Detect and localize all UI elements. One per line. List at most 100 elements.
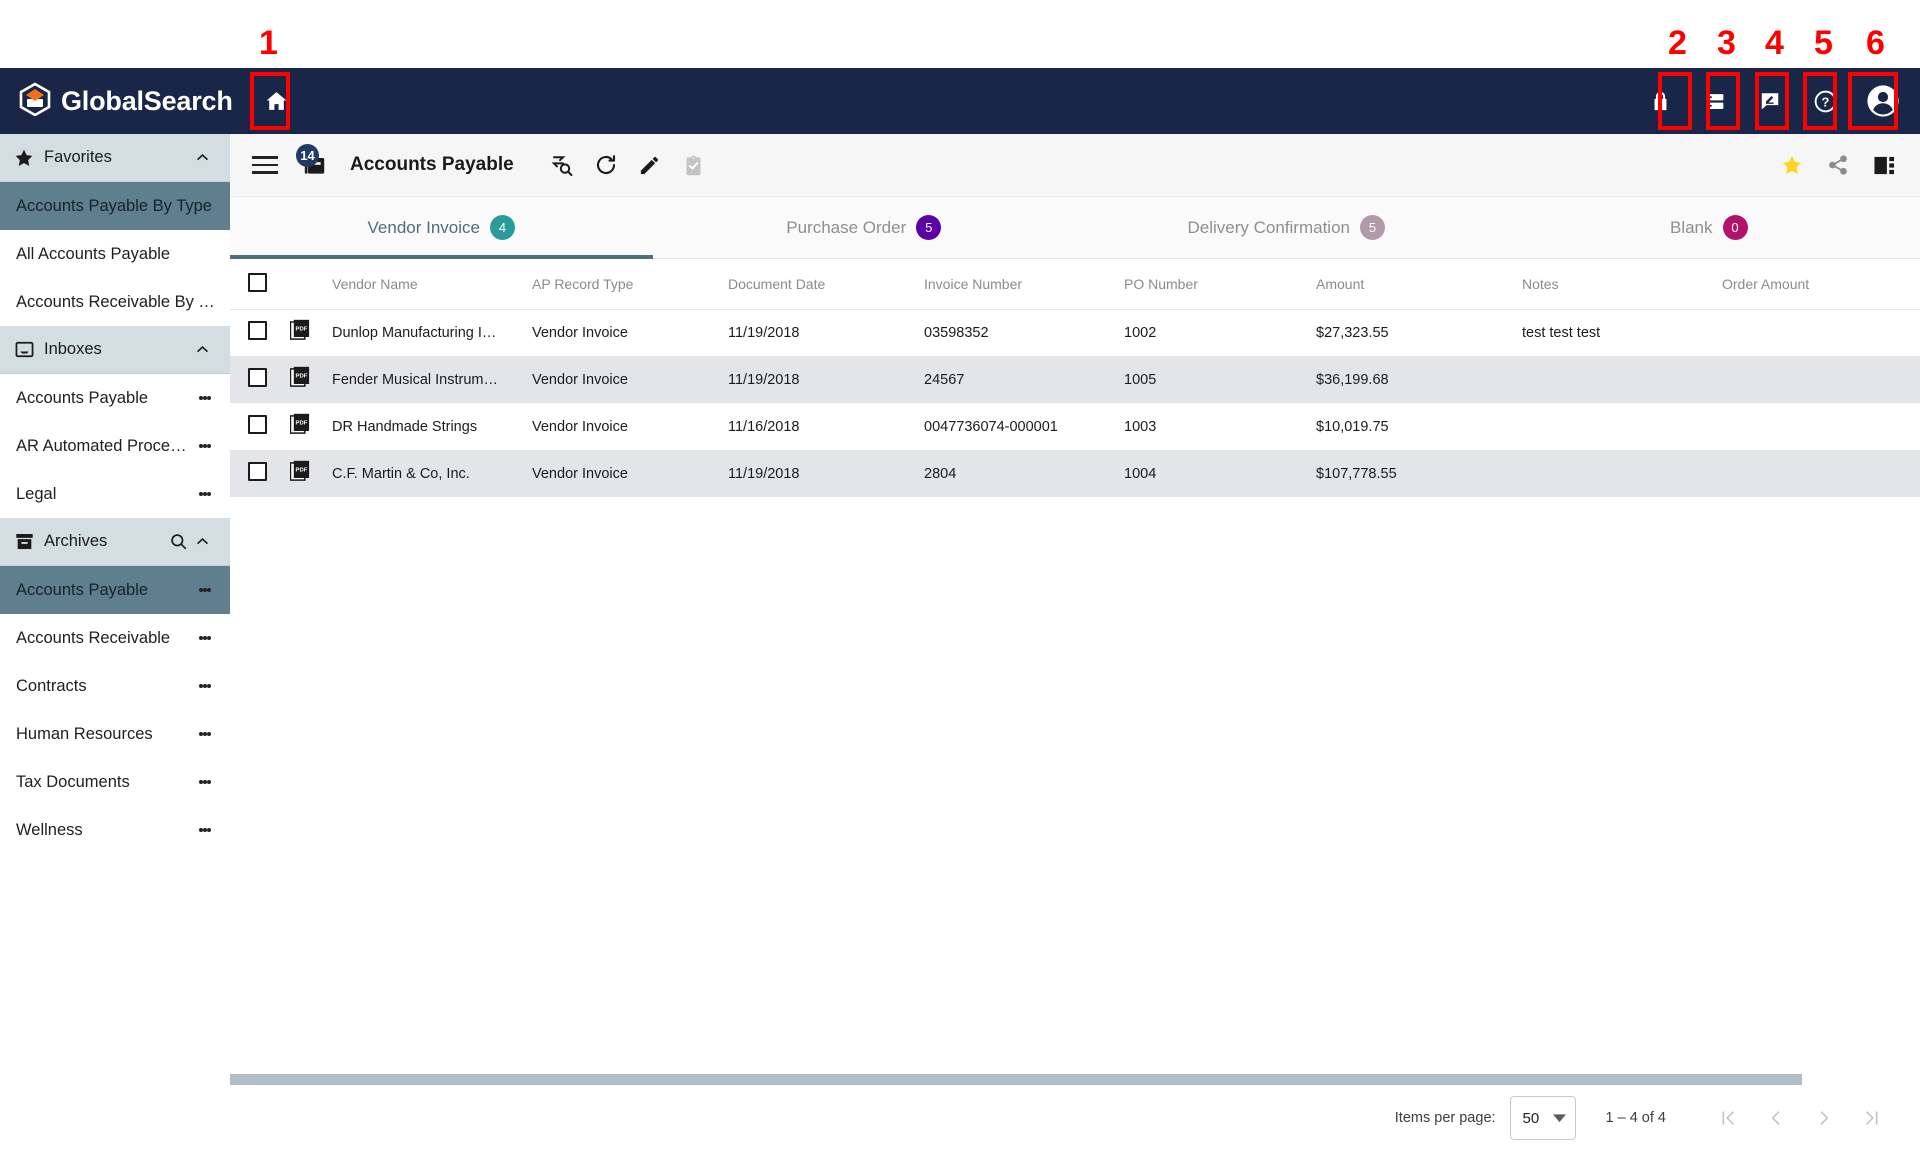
sidebar-item-inbox-legal[interactable]: Legal: [0, 470, 230, 518]
table-row[interactable]: PDF Fender Musical Instrum… Vendor Invoi…: [230, 356, 1920, 403]
hamburger-menu-icon[interactable]: [252, 156, 286, 173]
more-options-icon[interactable]: [194, 826, 216, 833]
row-checkbox[interactable]: [248, 415, 267, 434]
sidebar-item-inbox-ar-automated-process[interactable]: AR Automated Process …: [0, 422, 230, 470]
tab-delivery-confirmation[interactable]: Delivery Confirmation 5: [1075, 197, 1498, 258]
pdf-file-icon: PDF: [290, 319, 311, 342]
column-header-amount[interactable]: Amount: [1316, 259, 1522, 309]
scrollbar-thumb[interactable]: [230, 1074, 1802, 1085]
row-file-type-cell: PDF: [290, 356, 332, 403]
favorite-star-icon[interactable]: [1781, 154, 1803, 176]
horizontal-scrollbar[interactable]: [230, 1074, 1920, 1085]
server-database-icon[interactable]: [1699, 81, 1731, 121]
sidebar-item-archive-accounts-receivable[interactable]: Accounts Receivable: [0, 614, 230, 662]
sidebar-item-all-accounts-payable[interactable]: All Accounts Payable: [0, 230, 230, 278]
sidebar-item-archive-tax-documents[interactable]: Tax Documents: [0, 758, 230, 806]
tab-purchase-order[interactable]: Purchase Order 5: [653, 197, 1076, 258]
sidebar-item-archive-accounts-payable[interactable]: Accounts Payable: [0, 566, 230, 614]
more-options-icon[interactable]: [194, 778, 216, 785]
sidebar-item-accounts-payable-by-type[interactable]: Accounts Payable By Type: [0, 182, 230, 230]
sidebar-group-inboxes[interactable]: Inboxes: [0, 326, 230, 374]
callout-number-1: 1: [259, 26, 278, 60]
user-account-icon[interactable]: [1864, 81, 1902, 121]
more-options-icon[interactable]: [194, 442, 216, 449]
more-options-icon[interactable]: [194, 682, 216, 689]
callout-number-5: 5: [1814, 26, 1833, 60]
clipboard-check-icon[interactable]: [672, 143, 716, 187]
sidebar-item-label: Wellness: [16, 821, 194, 840]
cell-invoice-number: 24567: [924, 356, 1124, 403]
navigation-sidebar: Favorites Accounts Payable By Type All A…: [0, 134, 230, 1150]
refresh-icon[interactable]: [584, 143, 628, 187]
share-icon[interactable]: [1827, 154, 1849, 176]
svg-text:PDF: PDF: [296, 421, 308, 427]
cell-notes: test test test: [1522, 309, 1722, 356]
sidebar-item-archive-contracts[interactable]: Contracts: [0, 662, 230, 710]
help-question-icon[interactable]: ?: [1809, 81, 1841, 121]
table-row[interactable]: PDF C.F. Martin & Co, Inc. Vendor Invoic…: [230, 450, 1920, 497]
column-header-notes[interactable]: Notes: [1522, 259, 1722, 309]
lock-icon[interactable]: [1644, 81, 1676, 121]
column-header-vendor-name[interactable]: Vendor Name: [332, 259, 532, 309]
paginator: Items per page: 50 1 – 4 of 4: [230, 1086, 1920, 1150]
search-icon[interactable]: [164, 532, 192, 551]
table-row[interactable]: PDF Dunlop Manufacturing I… Vendor Invoi…: [230, 309, 1920, 356]
cell-notes: [1522, 356, 1722, 403]
column-header-ap-record-type[interactable]: AP Record Type: [532, 259, 728, 309]
brand-name: GlobalSearch: [61, 86, 233, 117]
next-page-icon[interactable]: [1800, 1096, 1848, 1140]
previous-page-icon[interactable]: [1752, 1096, 1800, 1140]
row-checkbox[interactable]: [248, 321, 267, 340]
row-checkbox[interactable]: [248, 368, 267, 387]
tab-blank[interactable]: Blank 0: [1498, 197, 1920, 258]
table-row[interactable]: PDF DR Handmade Strings Vendor Invoice 1…: [230, 403, 1920, 450]
row-select-cell: [230, 450, 290, 497]
chevron-up-icon[interactable]: [192, 341, 212, 358]
sidebar-item-label: Accounts Receivable By Type: [16, 293, 216, 312]
column-header-invoice-number[interactable]: Invoice Number: [924, 259, 1124, 309]
sidebar-item-label: Human Resources: [16, 725, 194, 744]
more-options-icon[interactable]: [194, 634, 216, 641]
feedback-comment-icon[interactable]: [1754, 81, 1786, 121]
cell-amount: $27,323.55: [1316, 309, 1522, 356]
table-body: PDF Dunlop Manufacturing I… Vendor Invoi…: [230, 309, 1920, 497]
column-header-order-amount[interactable]: Order Amount: [1722, 259, 1920, 309]
archive-stack-icon[interactable]: 14: [294, 145, 336, 185]
column-header-document-date[interactable]: Document Date: [728, 259, 924, 309]
more-options-icon[interactable]: [194, 586, 216, 593]
tab-vendor-invoice[interactable]: Vendor Invoice 4: [230, 197, 653, 258]
sidebar-item-inbox-accounts-payable[interactable]: Accounts Payable: [0, 374, 230, 422]
column-header-po-number[interactable]: PO Number: [1124, 259, 1316, 309]
tab-label: Purchase Order: [786, 218, 906, 238]
sidebar-item-accounts-receivable-by-type[interactable]: Accounts Receivable By Type: [0, 278, 230, 326]
sidebar-group-label: Inboxes: [44, 340, 192, 359]
row-checkbox[interactable]: [248, 462, 267, 481]
sidebar-group-archives[interactable]: Archives: [0, 518, 230, 566]
chevron-up-icon[interactable]: [192, 149, 212, 166]
select-all-checkbox[interactable]: [248, 273, 267, 292]
sidebar-item-label: Accounts Payable By Type: [16, 197, 216, 216]
row-file-type-cell: PDF: [290, 309, 332, 356]
cell-invoice-number: 0047736074-000001: [924, 403, 1124, 450]
more-options-icon[interactable]: [194, 394, 216, 401]
cell-vendor-name: Fender Musical Instrum…: [332, 356, 532, 403]
file-icon-header: [290, 259, 332, 309]
sidebar-item-archive-wellness[interactable]: Wellness: [0, 806, 230, 854]
more-options-icon[interactable]: [194, 490, 216, 497]
more-options-icon[interactable]: [194, 730, 216, 737]
search-refresh-icon[interactable]: [540, 143, 584, 187]
sidebar-item-archive-human-resources[interactable]: Human Resources: [0, 710, 230, 758]
layout-view-icon[interactable]: [1873, 155, 1896, 176]
content-toolbar: 14 Accounts Payable: [230, 134, 1920, 197]
sidebar-group-favorites[interactable]: Favorites: [0, 134, 230, 182]
cell-ap-record-type: Vendor Invoice: [532, 356, 728, 403]
edit-pencil-icon[interactable]: [628, 143, 672, 187]
first-page-icon[interactable]: [1704, 1096, 1752, 1140]
tab-count-badge: 0: [1723, 215, 1748, 240]
star-icon: [14, 148, 40, 168]
chevron-up-icon[interactable]: [192, 533, 212, 550]
pdf-file-icon: PDF: [290, 413, 311, 436]
items-per-page-select[interactable]: 50: [1510, 1096, 1576, 1140]
home-icon[interactable]: [252, 68, 300, 134]
last-page-icon[interactable]: [1848, 1096, 1896, 1140]
